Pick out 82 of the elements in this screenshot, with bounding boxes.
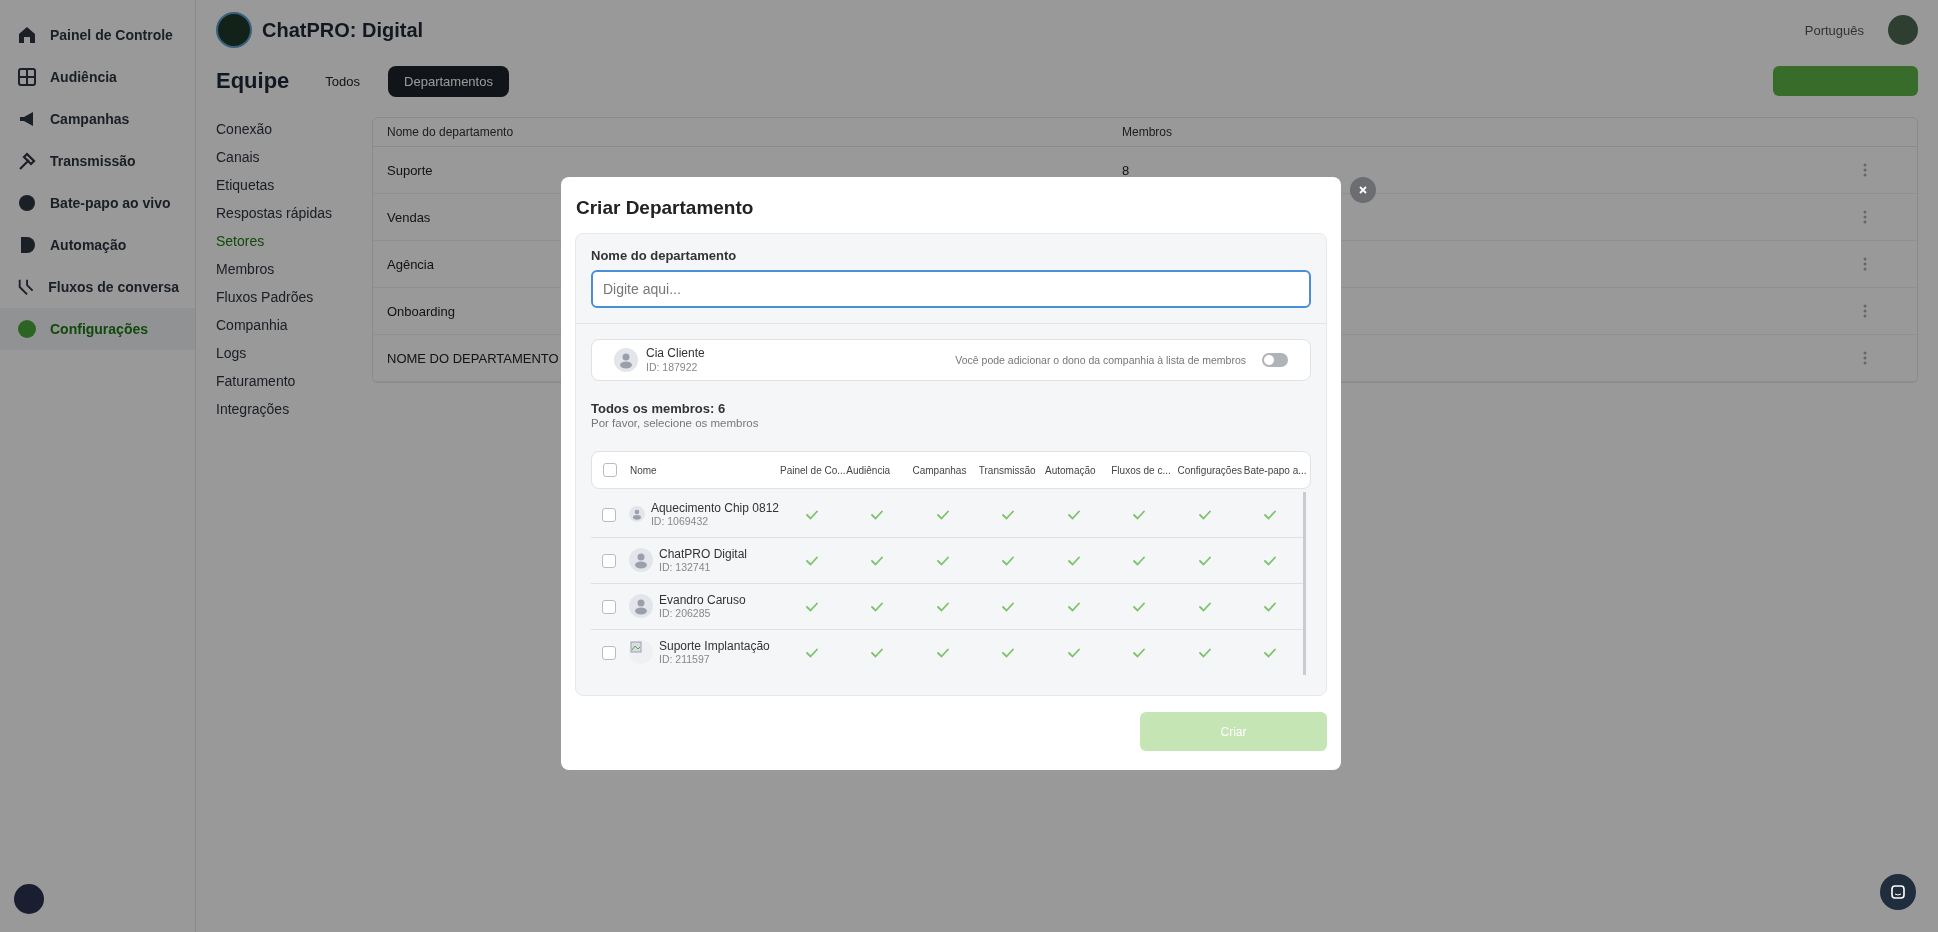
column-header: Fluxos de c... <box>1111 464 1172 476</box>
sidebar-item[interactable]: Transmissão <box>0 140 195 182</box>
member-id: ID: 132741 <box>659 561 712 574</box>
more-icon <box>1863 163 1867 177</box>
sidebar-item[interactable]: Fluxos de conversa <box>0 266 195 308</box>
circle-icon <box>16 318 38 340</box>
sidebar-item[interactable]: Audiência <box>0 56 195 98</box>
broken-image-icon <box>629 640 653 665</box>
owner-name: Cia Cliente <box>646 347 705 361</box>
sidebar-item[interactable]: Painel de Controle <box>0 14 195 56</box>
grid-icon <box>16 66 38 88</box>
department-name-field[interactable]: Digite aqui... <box>591 270 1311 308</box>
settings-menu-item[interactable]: Setores <box>216 233 354 251</box>
column-header: Campanhas <box>912 464 968 476</box>
owner-toggle[interactable] <box>1262 353 1288 367</box>
settings-menu-item[interactable]: Canais <box>216 149 354 167</box>
create-button[interactable] <box>1773 66 1918 96</box>
column-header: Nome <box>630 464 658 476</box>
table-cell: 8 <box>1122 162 1130 178</box>
sidebar-item[interactable]: Campanhas <box>0 98 195 140</box>
settings-menu-item[interactable]: Companhia <box>216 317 354 335</box>
settings-menu-item[interactable]: Respostas rápidas <box>216 205 354 223</box>
table-cell: Suporte <box>387 162 433 178</box>
table-cell: Agência <box>387 256 434 272</box>
member-name: Evandro Caruso <box>659 593 746 608</box>
column-header: Audiência <box>846 464 892 476</box>
chat-launcher-button[interactable] <box>1880 874 1916 910</box>
avatar-icon <box>629 594 653 619</box>
members-count: Todos os membros: 6 <box>591 401 727 416</box>
close-button[interactable] <box>1350 177 1376 203</box>
settings-menu-item[interactable]: Conexão <box>216 121 354 139</box>
member-id: ID: 211597 <box>659 653 711 666</box>
settings-menu-item[interactable]: Faturamento <box>216 373 354 391</box>
member-name: Suporte Implantação <box>659 639 770 654</box>
more-icon <box>1863 210 1867 224</box>
settings-menu-item[interactable]: Integrações <box>216 401 354 419</box>
checkbox[interactable] <box>602 553 616 568</box>
avatar-icon <box>629 548 653 573</box>
tab[interactable]: Todos <box>309 65 377 97</box>
table-cell: Vendas <box>387 209 431 225</box>
owner-id: ID: 187922 <box>646 360 699 373</box>
checkbox[interactable] <box>602 599 616 614</box>
avatar-icon <box>614 348 638 372</box>
settings-menu-item[interactable]: Logs <box>216 345 354 363</box>
owner-note: Você pode adicionar o dono da companhia à lista de membros <box>955 354 1246 366</box>
table-cell: NOME DO DEPARTAMENTO <box>387 350 559 366</box>
column-header: Bate-papo a... <box>1243 464 1308 476</box>
column-header: Automação <box>1045 464 1097 476</box>
checkbox[interactable] <box>603 463 617 477</box>
more-icon <box>1863 304 1867 318</box>
logo-icon <box>216 12 252 48</box>
home-icon <box>16 24 38 46</box>
close-icon <box>1358 185 1368 195</box>
table-cell: Onboarding <box>387 303 455 319</box>
sidebar-item[interactable]: Automação <box>0 224 195 266</box>
member-id: ID: 1069432 <box>650 515 710 528</box>
more-icon <box>1863 257 1867 271</box>
sidebar-item[interactable]: Configurações <box>0 308 195 350</box>
column-header: Nome do departamento <box>387 125 514 139</box>
settings-menu-item[interactable]: Membros <box>216 261 354 279</box>
member-name: Aquecimento Chip 0812 <box>650 501 779 516</box>
tab[interactable]: Departamentos <box>388 65 509 97</box>
checkbox[interactable] <box>602 507 616 522</box>
sidebar-item[interactable]: Bate-papo ao vivo <box>0 182 195 224</box>
column-header: Configurações <box>1177 464 1243 476</box>
language-selector[interactable]: Português <box>1804 22 1864 38</box>
settings-menu-item[interactable]: Etiquetas <box>216 177 354 195</box>
field-label: Nome do departamento <box>591 248 738 263</box>
avatar-circle[interactable] <box>14 884 44 914</box>
more-icon <box>1863 351 1867 365</box>
members-hint: Por favor, selecione os membros <box>591 417 760 429</box>
member-name: ChatPRO Digital <box>659 547 748 562</box>
avatar-circle[interactable] <box>1888 15 1918 45</box>
column-header: Transmissão <box>978 464 1037 476</box>
member-id: ID: 206285 <box>659 607 712 620</box>
company-name: ChatPRO: Digital <box>262 18 424 42</box>
page-title: Equipe <box>216 68 290 94</box>
column-header: Painel de Co... <box>780 464 847 476</box>
column-header: Membros <box>1122 125 1172 139</box>
dialog-title: Criar Departamento <box>576 197 755 219</box>
checkbox[interactable] <box>602 645 616 660</box>
settings-menu-item[interactable]: Fluxos Padrões <box>216 289 354 307</box>
